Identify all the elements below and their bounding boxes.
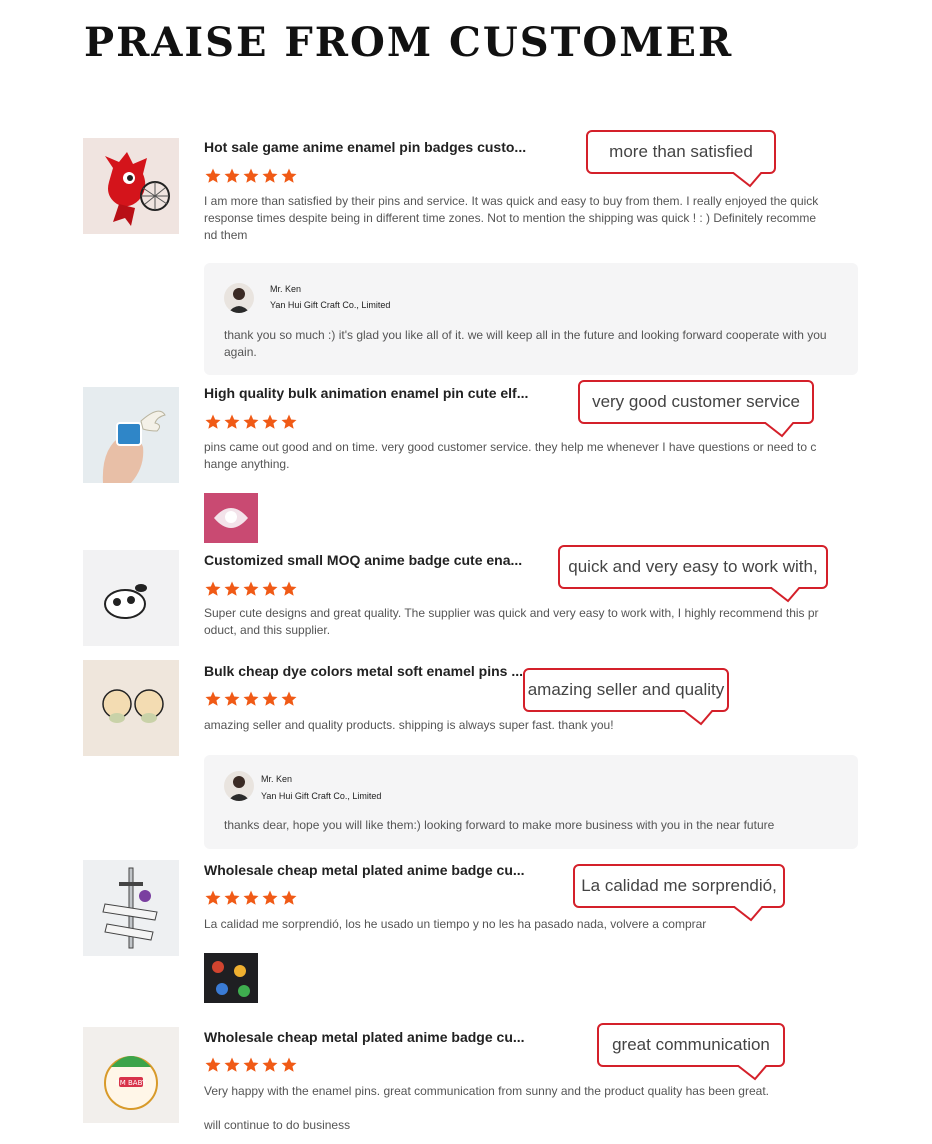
callout-text: more than satisfied: [586, 130, 776, 174]
star-icon: [281, 414, 297, 429]
star-icon: [262, 1057, 278, 1072]
callout-text: great communication: [597, 1023, 785, 1067]
highlight-callout: more than satisfied: [586, 130, 776, 188]
seller-reply: Mr. Ken Yan Hui Gift Craft Co., Limited …: [204, 263, 858, 375]
seller-reply: Mr. Ken Yan Hui Gift Craft Co., Limited …: [204, 755, 858, 849]
avatar: [224, 283, 254, 313]
star-icon: [262, 581, 278, 596]
page-title: PRAISE FROM CUSTOMER: [84, 19, 734, 66]
review-product-title[interactable]: Wholesale cheap metal plated anime badge…: [204, 862, 525, 878]
rating-stars: [204, 1056, 298, 1076]
callout-tail: [764, 422, 795, 438]
rating-stars: [204, 413, 298, 433]
star-icon: [262, 168, 278, 183]
star-icon: [262, 691, 278, 706]
star-icon: [205, 414, 221, 429]
star-icon: [262, 414, 278, 429]
callout-text: very good customer service: [578, 380, 814, 424]
star-icon: [224, 1057, 240, 1072]
star-icon: [281, 581, 297, 596]
star-icon: [205, 581, 221, 596]
star-icon: [224, 691, 240, 706]
callout-tail: [683, 710, 714, 726]
star-icon: [243, 581, 259, 596]
product-thumbnail[interactable]: [83, 387, 179, 483]
star-icon: [224, 581, 240, 596]
star-icon: [262, 890, 278, 905]
star-icon: [205, 890, 221, 905]
product-thumbnail[interactable]: [83, 550, 179, 646]
callout-text: La calidad me sorprendió,: [573, 864, 785, 908]
star-icon: [243, 1057, 259, 1072]
reply-message: thanks dear, hope you will like them:) l…: [224, 818, 775, 832]
review-text: pins came out good and on time. very goo…: [204, 440, 817, 471]
star-icon: [281, 890, 297, 905]
product-thumbnail[interactable]: [83, 860, 179, 956]
review-text: I am more than satisfied by their pins a…: [204, 194, 819, 242]
reply-author-name: Mr. Ken: [261, 774, 293, 784]
review-product-title[interactable]: Customized small MOQ anime badge cute en…: [204, 552, 522, 568]
review-photo[interactable]: [204, 493, 258, 543]
review-product-title[interactable]: Wholesale cheap metal plated anime badge…: [204, 1029, 525, 1045]
star-icon: [224, 168, 240, 183]
callout-tail: [732, 172, 763, 188]
reply-message: thank you so much :) it's glad you like …: [224, 328, 827, 359]
callout-text: quick and very easy to work with,: [558, 545, 828, 589]
review-product-title[interactable]: High quality bulk animation enamel pin c…: [204, 385, 528, 401]
highlight-callout: amazing seller and quality: [523, 668, 729, 726]
star-icon: [205, 168, 221, 183]
rating-stars: [204, 580, 298, 600]
badge-text: I'M BABY: [116, 1079, 147, 1087]
callout-text: amazing seller and quality: [523, 668, 729, 712]
star-icon: [281, 168, 297, 183]
review-product-title[interactable]: Hot sale game anime enamel pin badges cu…: [204, 139, 526, 155]
star-icon: [224, 890, 240, 905]
star-icon: [205, 1057, 221, 1072]
review-text-continued: will continue to do business: [204, 1118, 351, 1132]
callout-tail: [733, 906, 764, 922]
star-icon: [243, 691, 259, 706]
review-text: Super cute designs and great quality. Th…: [204, 606, 819, 637]
highlight-callout: great communication: [597, 1023, 785, 1081]
review-product-title[interactable]: Bulk cheap dye colors metal soft enamel …: [204, 663, 523, 679]
star-icon: [243, 414, 259, 429]
star-icon: [281, 1057, 297, 1072]
callout-tail: [737, 1065, 768, 1081]
reply-company: Yan Hui Gift Craft Co., Limited: [261, 791, 382, 801]
product-thumbnail[interactable]: [83, 138, 179, 234]
rating-stars: [204, 889, 298, 909]
product-thumbnail[interactable]: I'M BABY: [83, 1027, 179, 1123]
star-icon: [224, 414, 240, 429]
reply-author-name: Mr. Ken: [270, 284, 302, 294]
star-icon: [243, 168, 259, 183]
rating-stars: [204, 690, 298, 710]
product-thumbnail[interactable]: [83, 660, 179, 756]
review-photo[interactable]: [204, 953, 258, 1003]
highlight-callout: very good customer service: [578, 380, 814, 438]
avatar: [224, 771, 254, 801]
highlight-callout: La calidad me sorprendió,: [573, 864, 785, 922]
star-icon: [281, 691, 297, 706]
callout-tail: [770, 587, 801, 603]
highlight-callout: quick and very easy to work with,: [558, 545, 828, 603]
rating-stars: [204, 167, 298, 187]
star-icon: [205, 691, 221, 706]
review-text: Very happy with the enamel pins. great c…: [204, 1084, 769, 1098]
star-icon: [243, 890, 259, 905]
reply-company: Yan Hui Gift Craft Co., Limited: [270, 300, 391, 310]
